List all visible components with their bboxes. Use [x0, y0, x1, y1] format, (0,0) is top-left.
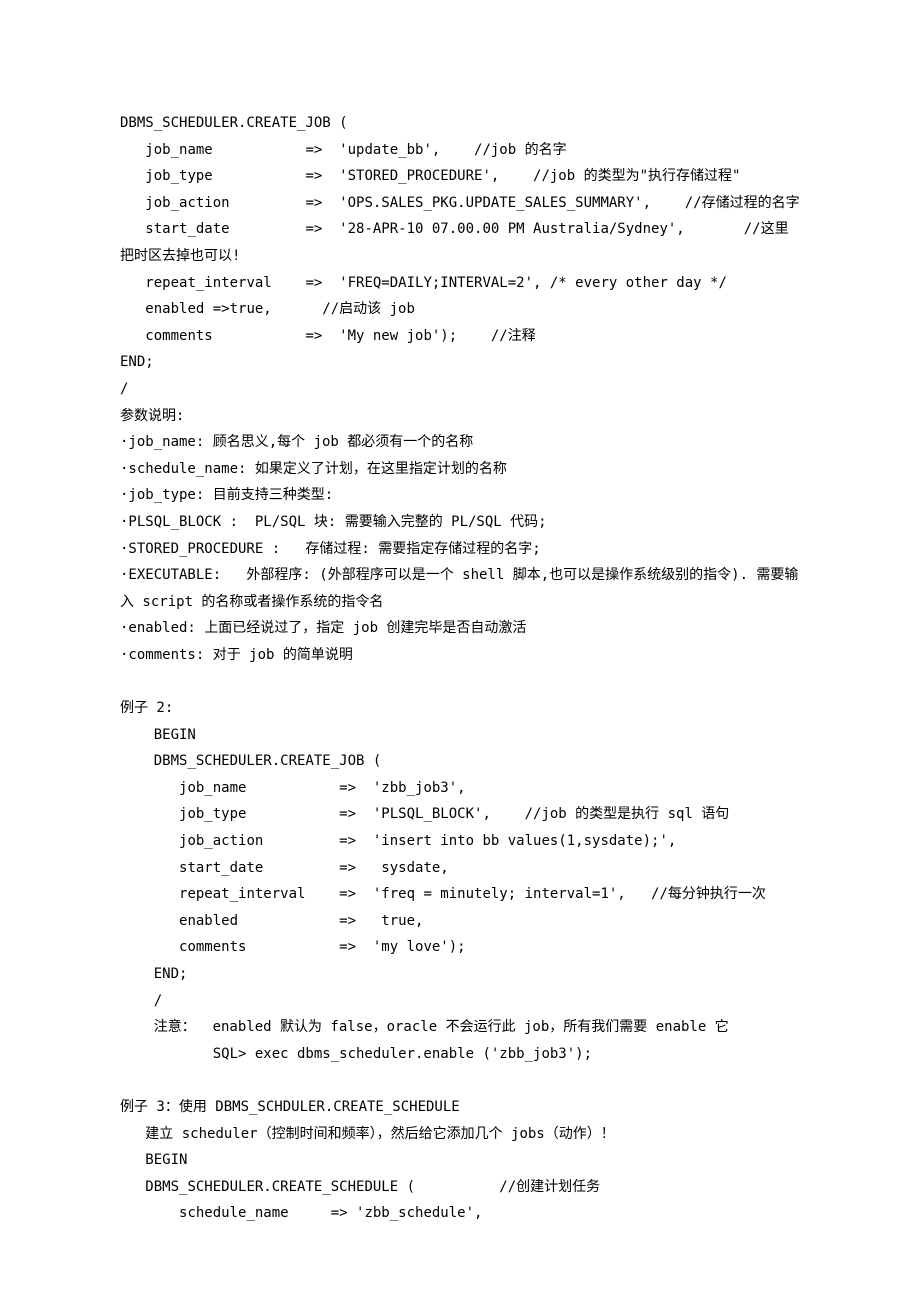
code-line: DBMS_SCHEDULER.CREATE_JOB (: [120, 110, 800, 137]
code-line: /: [120, 376, 800, 403]
code-line: ·EXECUTABLE: 外部程序: (外部程序可以是一个 shell 脚本,也…: [120, 562, 800, 615]
code-line: [120, 1067, 800, 1094]
code-line: ·schedule_name: 如果定义了计划，在这里指定计划的名称: [120, 456, 800, 483]
code-line: schedule_name => 'zbb_schedule',: [120, 1200, 800, 1227]
code-line: job_name => 'update_bb', //job 的名字: [120, 137, 800, 164]
code-line: job_action => 'OPS.SALES_PKG.UPDATE_SALE…: [120, 190, 800, 217]
code-line: ·enabled: 上面已经说过了，指定 job 创建完毕是否自动激活: [120, 615, 800, 642]
code-line: 参数说明:: [120, 403, 800, 430]
code-line: job_type => 'PLSQL_BLOCK', //job 的类型是执行 …: [120, 801, 800, 828]
code-line: start_date => sysdate,: [120, 855, 800, 882]
code-line: enabled =>true, //启动该 job: [120, 296, 800, 323]
code-line: ·job_type: 目前支持三种类型:: [120, 482, 800, 509]
code-line: END;: [120, 961, 800, 988]
code-line: repeat_interval => 'freq = minutely; int…: [120, 881, 800, 908]
code-line: BEGIN: [120, 1147, 800, 1174]
code-line: BEGIN: [120, 722, 800, 749]
code-line: END;: [120, 349, 800, 376]
code-line: DBMS_SCHEDULER.CREATE_SCHEDULE ( //创建计划任…: [120, 1174, 800, 1201]
code-line: ·comments: 对于 job 的简单说明: [120, 642, 800, 669]
code-line: start_date => '28-APR-10 07.00.00 PM Aus…: [120, 216, 800, 269]
code-line: comments => 'My new job'); //注释: [120, 323, 800, 350]
code-line: ·STORED_PROCEDURE : 存储过程: 需要指定存储过程的名字;: [120, 536, 800, 563]
code-line: 建立 scheduler（控制时间和频率），然后给它添加几个 jobs（动作）！: [120, 1121, 800, 1148]
code-line: 例子 2:: [120, 695, 800, 722]
code-line: job_action => 'insert into bb values(1,s…: [120, 828, 800, 855]
code-line: SQL> exec dbms_scheduler.enable ('zbb_jo…: [120, 1041, 800, 1068]
code-line: repeat_interval => 'FREQ=DAILY;INTERVAL=…: [120, 270, 800, 297]
code-line: ·job_name: 顾名思义,每个 job 都必须有一个的名称: [120, 429, 800, 456]
code-line: [120, 668, 800, 695]
code-line: comments => 'my love');: [120, 934, 800, 961]
code-line: DBMS_SCHEDULER.CREATE_JOB (: [120, 748, 800, 775]
document-page: DBMS_SCHEDULER.CREATE_JOB ( job_name => …: [0, 0, 920, 1287]
code-line: 例子 3：使用 DBMS_SCHDULER.CREATE_SCHEDULE: [120, 1094, 800, 1121]
code-line: 注意： enabled 默认为 false，oracle 不会运行此 job，所…: [120, 1014, 800, 1041]
code-line: /: [120, 988, 800, 1015]
code-line: job_type => 'STORED_PROCEDURE', //job 的类…: [120, 163, 800, 190]
code-line: job_name => 'zbb_job3',: [120, 775, 800, 802]
code-line: enabled => true,: [120, 908, 800, 935]
code-line: ·PLSQL_BLOCK : PL/SQL 块: 需要输入完整的 PL/SQL …: [120, 509, 800, 536]
